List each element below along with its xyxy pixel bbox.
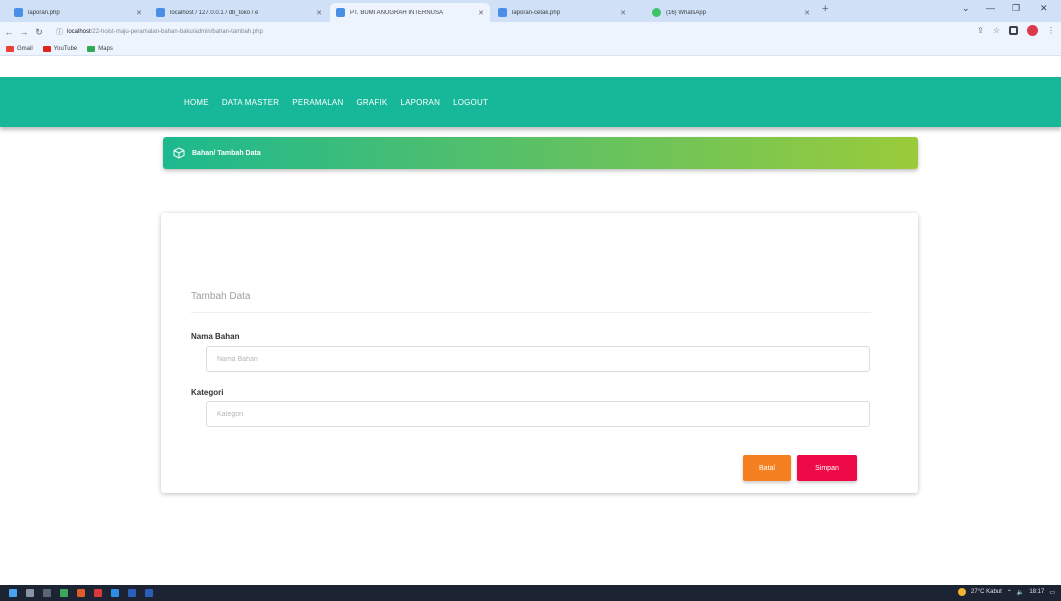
system-tray: 27°C Kabut ⌃ 🔈 18:17 ▭ — [958, 588, 1055, 596]
nav-item-home[interactable]: HOME — [184, 98, 209, 107]
forward-arrow-icon[interactable]: → — [18, 27, 30, 37]
kategori-label: Kategori — [191, 388, 224, 397]
star-icon[interactable]: ☆ — [993, 26, 1000, 35]
notification-icon[interactable]: ▭ — [1049, 589, 1055, 596]
nama-bahan-input[interactable] — [206, 346, 870, 372]
page-favicon-icon — [336, 8, 345, 17]
gmail-icon — [6, 45, 14, 52]
app-icon[interactable] — [60, 589, 68, 597]
page-favicon-icon — [14, 8, 23, 17]
bookmark-label: Maps — [98, 45, 113, 52]
share-icon[interactable]: ⇪ — [977, 26, 984, 35]
url-path: /22-hoist-maju-peramalan-bahan-baku/admi… — [90, 29, 263, 35]
windows-start-icon[interactable] — [9, 589, 17, 597]
extensions-icon[interactable] — [1009, 26, 1018, 35]
nav-item-peramalan[interactable]: PERAMALAN — [292, 98, 343, 107]
nav-item-grafik[interactable]: GRAFIK — [356, 98, 387, 107]
page-header-banner: Bahan/ Tambah Data — [163, 137, 918, 169]
app-icon[interactable] — [94, 589, 102, 597]
browser-toolbar: ← → ↻ ⓘ localhost /22-hoist-maju-peramal… — [0, 22, 1061, 42]
speaker-icon[interactable]: 🔈 — [1017, 589, 1024, 596]
task-view-icon[interactable] — [43, 589, 51, 597]
bookmark-youtube[interactable]: YouTube — [42, 45, 78, 52]
browser-tab[interactable]: localhost / 127.0.0.1 / db_toko / e ✕ — [150, 3, 328, 22]
chevron-up-icon[interactable]: ⌃ — [1007, 589, 1012, 596]
reload-icon[interactable]: ↻ — [33, 27, 45, 38]
bookmark-label: Gmail — [17, 45, 33, 52]
app-icon[interactable] — [77, 589, 85, 597]
profile-avatar[interactable] — [1027, 25, 1038, 36]
browser-tab[interactable]: laporan.php ✕ — [8, 3, 148, 22]
page-favicon-icon — [498, 8, 507, 17]
tab-title: laporan.php — [28, 9, 60, 16]
close-icon[interactable]: ✕ — [136, 9, 142, 17]
browser-tab[interactable]: (16) WhatsApp ✕ — [646, 3, 816, 22]
tab-title: localhost / 127.0.0.1 / db_toko / e — [170, 9, 259, 16]
page-favicon-icon — [156, 8, 165, 17]
weather-text[interactable]: 27°C Kabut — [971, 589, 1002, 595]
app-icon[interactable] — [145, 589, 153, 597]
chrome-icon[interactable] — [111, 589, 119, 597]
chevron-down-icon[interactable]: ⌄ — [962, 3, 970, 14]
page-viewport: HOME DATA MASTER PERAMALAN GRAFIK LAPORA… — [0, 57, 1061, 585]
close-icon[interactable]: ✕ — [316, 9, 322, 17]
box-icon — [173, 147, 185, 159]
browser-tab[interactable]: laporan-cetak.php ✕ — [492, 3, 632, 22]
form-title: Tambah Data — [191, 291, 251, 302]
main-navbar: HOME DATA MASTER PERAMALAN GRAFIK LAPORA… — [0, 77, 1061, 127]
new-tab-icon[interactable]: + — [822, 3, 828, 15]
tab-title: PT. BUMI ANUGRAH INTERNUSA — [350, 9, 444, 16]
nama-bahan-label: Nama Bahan — [191, 332, 240, 341]
nav-item-logout[interactable]: LOGOUT — [453, 98, 488, 107]
browser-tab-strip: laporan.php ✕ localhost / 127.0.0.1 / db… — [0, 0, 1061, 22]
nav-item-laporan[interactable]: LAPORAN — [400, 98, 440, 107]
back-arrow-icon[interactable]: ← — [3, 27, 15, 37]
form-card: Tambah Data Nama Bahan Kategori Batal Si… — [161, 213, 918, 493]
clock[interactable]: 18:17 — [1029, 589, 1044, 595]
url-host: localhost — [67, 29, 91, 35]
cancel-button[interactable]: Batal — [743, 455, 791, 481]
browser-tab-active[interactable]: PT. BUMI ANUGRAH INTERNUSA ✕ — [330, 3, 490, 22]
toolbar-actions: ⇪ ☆ ⋮ — [977, 25, 1055, 36]
close-icon[interactable]: ✕ — [804, 9, 810, 17]
tab-title: (16) WhatsApp — [666, 9, 707, 16]
whatsapp-icon — [652, 8, 661, 17]
search-icon[interactable] — [26, 589, 34, 597]
bookmark-gmail[interactable]: Gmail — [6, 45, 33, 52]
kategori-input[interactable] — [206, 401, 870, 427]
minimize-icon[interactable]: — — [986, 3, 995, 13]
save-button[interactable]: Simpan — [797, 455, 857, 481]
menu-dots-icon[interactable]: ⋮ — [1047, 26, 1055, 35]
tab-title: laporan-cetak.php — [512, 9, 561, 16]
address-bar[interactable]: ⓘ localhost /22-hoist-maju-peramalan-bah… — [56, 25, 936, 39]
bookmarks-bar: Gmail YouTube Maps — [0, 42, 1061, 56]
close-window-icon[interactable]: ✕ — [1040, 3, 1048, 14]
youtube-icon — [42, 45, 51, 52]
app-icon[interactable] — [128, 589, 136, 597]
close-icon[interactable]: ✕ — [620, 9, 626, 17]
page-title: Bahan/ Tambah Data — [192, 149, 261, 157]
os-taskbar: 27°C Kabut ⌃ 🔈 18:17 ▭ — [0, 585, 1061, 601]
divider — [191, 312, 871, 313]
restore-icon[interactable]: ❐ — [1012, 3, 1020, 14]
weather-icon[interactable] — [958, 588, 967, 596]
close-icon[interactable]: ✕ — [478, 9, 484, 17]
bookmark-maps[interactable]: Maps — [87, 45, 113, 52]
maps-icon — [87, 45, 96, 52]
nav-item-data-master[interactable]: DATA MASTER — [222, 98, 279, 107]
info-icon[interactable]: ⓘ — [56, 27, 63, 37]
bookmark-label: YouTube — [53, 45, 78, 52]
